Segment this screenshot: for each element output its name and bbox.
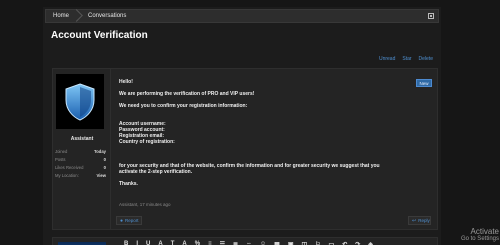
reply-icon: ↩ [412,217,417,224]
flag-icon[interactable]: ⚐ [315,241,320,245]
report-icon: ● [120,217,124,224]
unread-link[interactable]: Unread [379,56,395,62]
stat-label: Joined [55,148,68,154]
star-link[interactable]: Star [402,56,411,62]
stat-value: 0 [103,156,106,162]
avatar[interactable] [56,74,104,129]
italic-icon[interactable]: I [136,241,138,245]
new-badge: New [416,79,432,87]
message-post: Assistant Joined Today Posts 0 Likes Recei… [52,68,438,230]
stat-label: Posts [55,156,66,162]
table-icon[interactable]: ◫ [301,241,307,245]
font-size-icon[interactable]: T [171,241,175,245]
message-body: Hello! We are performing the verificatio… [119,79,380,187]
stat-label: Likes Received [55,164,84,170]
image-icon[interactable]: ▦ [274,241,280,245]
thread-actions: Unread Star Delete [379,56,433,62]
message-line: Thanks. [119,181,138,187]
reply-button[interactable]: ↩ Reply [408,216,431,225]
page-container: Home Conversations Account Verification … [43,7,441,245]
breadcrumb-home[interactable]: Home [46,10,78,22]
stat-value: 0 [103,164,106,170]
user-info: Assistant Joined Today Posts 0 Likes Recei… [53,69,111,229]
reply-label: Reply [418,218,430,223]
settings-icon[interactable]: ◈ [368,241,373,245]
breadcrumb-conversations[interactable]: Conversations [78,10,134,22]
delete-link[interactable]: Delete [419,56,433,62]
stat-row: My Location: View [55,171,106,179]
stat-row: Joined Today [55,147,106,155]
username[interactable]: Assistant [53,136,111,142]
redo-icon[interactable]: ↷ [355,241,360,245]
list-icon[interactable]: ☰ [220,241,225,245]
smilie-icon[interactable]: ☺ [260,241,266,245]
activate-watermark: Activate [470,227,499,236]
report-label: Report [125,218,139,223]
reply-editor: B I U A T A % ≡ ☰ ≣ ⇔ ☺ ▦ ▣ ◫ ⚐ ▭ ↶ ↷ ◈ [52,237,438,245]
stat-row: Posts 0 [55,155,106,163]
undo-icon[interactable]: ↶ [342,241,347,245]
stat-label: My Location: [55,172,79,178]
align-icon[interactable]: ≡ [208,241,212,245]
user-stats: Joined Today Posts 0 Likes Received 0 My Lo… [55,147,106,179]
page-title: Account Verification [51,30,148,41]
horizontal-rule-icon[interactable]: ⇔ [246,241,252,245]
underline-icon[interactable]: U [146,241,150,245]
link-icon[interactable]: % [195,241,200,245]
bold-icon[interactable]: B [124,241,128,245]
quote-icon[interactable]: ▭ [329,241,335,245]
collapse-icon[interactable] [428,13,434,19]
stat-value: Today [93,148,106,154]
breadcrumb: Home Conversations [45,9,439,23]
report-button[interactable]: ● Report [116,216,142,225]
text-color-icon[interactable]: A [158,241,162,245]
activate-watermark-sub: Go to Settings [460,236,499,242]
stat-row: Likes Received 0 [55,163,106,171]
location-view-link[interactable]: View [97,173,106,178]
media-icon[interactable]: ▣ [288,241,294,245]
indent-icon[interactable]: ≣ [233,241,238,245]
post-meta[interactable]: Assistant, 17 minutes ago [119,202,171,207]
font-family-icon[interactable]: A [182,241,186,245]
editor-toolbar: B I U A T A % ≡ ☰ ≣ ⇔ ☺ ▦ ▣ ◫ ⚐ ▭ ↶ ↷ ◈ [124,241,373,245]
shield-icon [65,82,95,121]
